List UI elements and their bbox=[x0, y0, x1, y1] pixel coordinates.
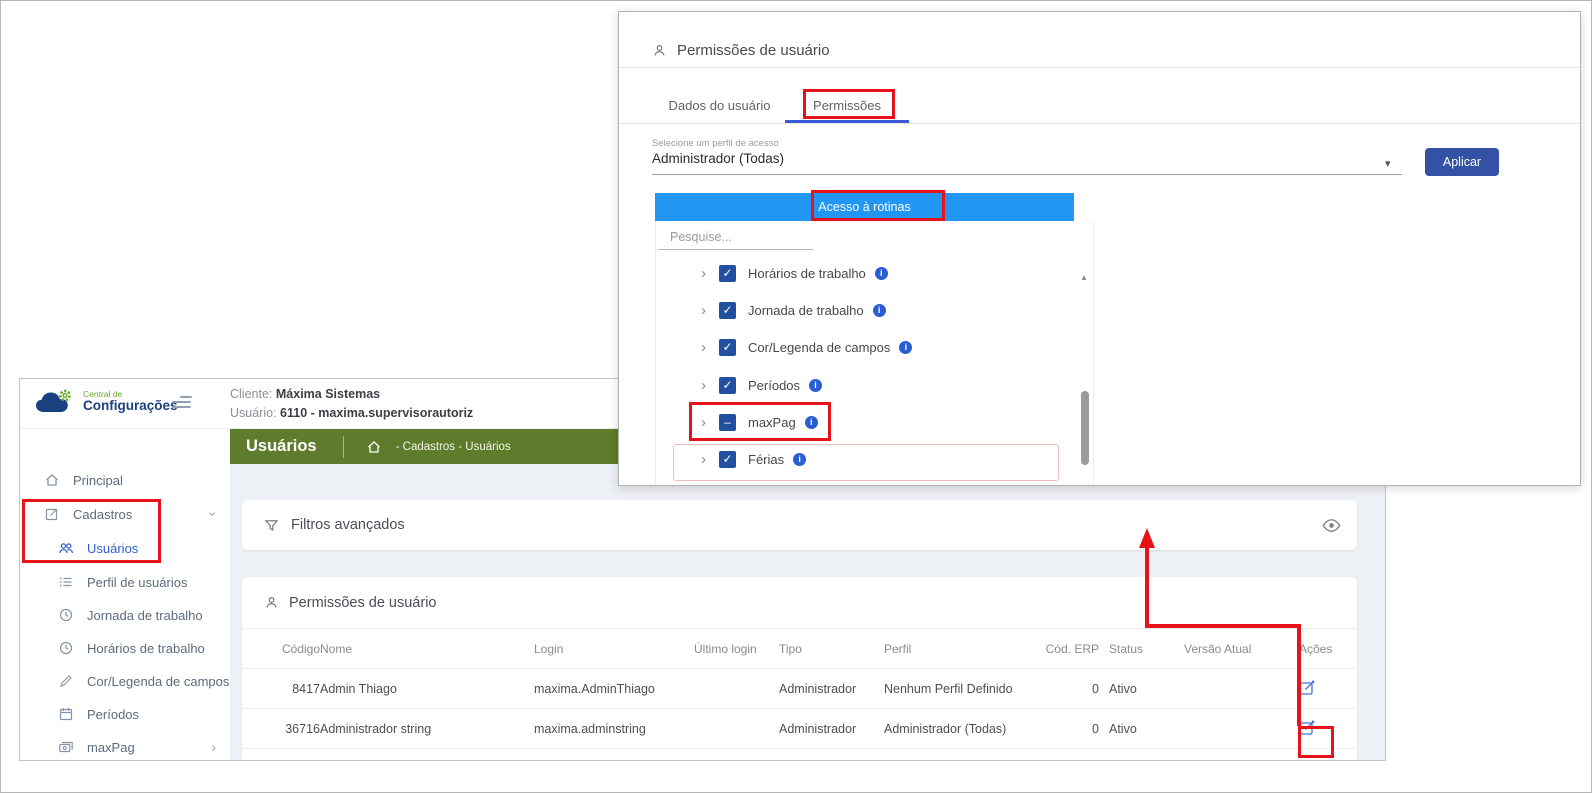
dialog-title-row: Permissões de usuário bbox=[652, 42, 830, 59]
home-icon[interactable] bbox=[366, 439, 382, 455]
sidebar-item-horarios-de-trabalho[interactable]: Horários de trabalho bbox=[20, 633, 230, 663]
dropdown-arrow-icon[interactable]: ▾ bbox=[1385, 157, 1391, 170]
screenshot-frame: Central de Configurações Cliente: Máxima… bbox=[0, 0, 1592, 793]
divider bbox=[652, 174, 1402, 175]
profile-select-label: Selecione um perfil de acesso bbox=[652, 138, 779, 149]
expand-chevron-icon[interactable]: › bbox=[701, 415, 706, 430]
client-label: Cliente: bbox=[230, 387, 272, 401]
tree-item-ferias[interactable]: › ✓ Férias i bbox=[656, 446, 1056, 472]
session-info: Cliente: Máxima Sistemas Usuário: 6110 -… bbox=[230, 385, 473, 423]
edit-square-icon bbox=[44, 506, 60, 522]
checkbox-checked-icon[interactable]: ✓ bbox=[719, 377, 736, 394]
divider bbox=[619, 67, 1580, 68]
tree-item-jornada-de-trabalho[interactable]: › ✓ Jornada de trabalho i bbox=[656, 297, 1056, 323]
info-icon[interactable]: i bbox=[875, 267, 888, 280]
table-header-row: Código Nome Login Último login Tipo Perf… bbox=[242, 629, 1357, 669]
page-title: Usuários bbox=[246, 437, 317, 456]
table-title: Permissões de usuário bbox=[289, 595, 437, 611]
eye-icon[interactable] bbox=[1321, 518, 1342, 533]
sidebar-item-perfil-de-usuarios[interactable]: Perfil de usuários bbox=[20, 567, 230, 597]
app-logo: Central de Configurações bbox=[34, 388, 178, 415]
expand-chevron-icon[interactable]: › bbox=[701, 266, 706, 281]
clock-icon bbox=[58, 640, 74, 656]
expand-chevron-icon[interactable]: › bbox=[701, 452, 706, 467]
edit-user-icon[interactable] bbox=[1299, 679, 1316, 696]
info-icon[interactable]: i bbox=[899, 341, 912, 354]
permissions-dialog: Permissões de usuário Dados do usuário P… bbox=[618, 11, 1581, 486]
sidebar-item-principal[interactable]: Principal bbox=[20, 465, 230, 495]
tree-item-horarios-de-trabalho[interactable]: › ✓ Horários de trabalho i bbox=[656, 260, 1056, 286]
filter-icon bbox=[264, 518, 279, 533]
calendar-icon bbox=[58, 706, 74, 722]
breadcrumb: - Cadastros - Usuários bbox=[396, 441, 511, 453]
active-tab-underline bbox=[785, 120, 909, 123]
checkbox-checked-icon[interactable]: ✓ bbox=[719, 339, 736, 356]
tree-item-periodos[interactable]: › ✓ Períodos i bbox=[656, 372, 1056, 398]
expand-chevron-icon[interactable]: › bbox=[701, 340, 706, 355]
chevron-down-icon: › bbox=[211, 507, 216, 521]
users-table-card: Permissões de usuário Código Nome Login … bbox=[242, 577, 1357, 761]
person-icon bbox=[652, 43, 667, 58]
edit-user-icon[interactable] bbox=[1299, 719, 1316, 736]
checkbox-indeterminate-icon[interactable]: – bbox=[719, 414, 736, 431]
info-icon[interactable]: i bbox=[793, 453, 806, 466]
clock-icon bbox=[58, 607, 74, 623]
sidebar-item-jornada-de-trabalho[interactable]: Jornada de trabalho bbox=[20, 600, 230, 630]
scrollbar-thumb[interactable] bbox=[1081, 391, 1089, 465]
table-row: 36716 Administrador string maxima.admins… bbox=[242, 709, 1357, 749]
routine-search-input[interactable] bbox=[658, 227, 813, 250]
info-icon[interactable]: i bbox=[873, 304, 886, 317]
tab-permissoes[interactable]: Permissões bbox=[787, 98, 907, 113]
table-row: 8417 Admin Thiago maxima.AdminThiago Adm… bbox=[242, 669, 1357, 709]
tree-item-maxpag[interactable]: › – maxPag i bbox=[656, 409, 1056, 435]
client-value: Máxima Sistemas bbox=[276, 387, 380, 401]
divider bbox=[343, 436, 344, 458]
routines-header: Acesso à rotinas bbox=[655, 193, 1074, 221]
routines-tree-panel: › ✓ Horários de trabalho i › ✓ Jornada d… bbox=[655, 221, 1094, 486]
tab-dados-do-usuario[interactable]: Dados do usuário bbox=[652, 98, 787, 113]
money-icon bbox=[58, 739, 74, 755]
main-content: Filtros avançados Permissões de usuário … bbox=[230, 464, 1386, 761]
filters-title: Filtros avançados bbox=[291, 517, 405, 533]
sidebar-item-usuarios[interactable]: Usuários bbox=[20, 533, 230, 563]
sidebar-item-cadastros[interactable]: Cadastros › bbox=[20, 499, 230, 529]
info-icon[interactable]: i bbox=[809, 379, 822, 392]
apply-button[interactable]: Aplicar bbox=[1425, 148, 1499, 176]
users-icon bbox=[58, 540, 74, 556]
divider bbox=[619, 123, 1580, 124]
table-title-row: Permissões de usuário bbox=[242, 577, 1357, 629]
chevron-right-icon: › bbox=[211, 740, 216, 754]
checkbox-checked-icon[interactable]: ✓ bbox=[719, 451, 736, 468]
sidebar-item-cor-legenda[interactable]: Cor/Legenda de campos bbox=[20, 666, 230, 696]
home-icon bbox=[44, 472, 60, 488]
checkbox-checked-icon[interactable]: ✓ bbox=[719, 265, 736, 282]
user-label: Usuário: bbox=[230, 406, 277, 420]
person-icon bbox=[264, 595, 279, 610]
profile-select[interactable]: Administrador (Todas) bbox=[652, 151, 784, 166]
checkbox-checked-icon[interactable]: ✓ bbox=[719, 302, 736, 319]
tree-item-cor-legenda[interactable]: › ✓ Cor/Legenda de campos i bbox=[656, 334, 1056, 360]
advanced-filters-card[interactable]: Filtros avançados bbox=[242, 500, 1357, 550]
expand-chevron-icon[interactable]: › bbox=[701, 303, 706, 318]
user-value: 6110 - maxima.supervisorautoriz bbox=[280, 406, 473, 420]
sidebar-item-periodos[interactable]: Períodos bbox=[20, 699, 230, 729]
sidebar: Principal Cadastros › Usuários Perfil de… bbox=[20, 429, 230, 761]
cloud-logo-icon bbox=[34, 388, 78, 415]
menu-toggle-icon[interactable] bbox=[172, 396, 192, 411]
dialog-title: Permissões de usuário bbox=[677, 42, 830, 59]
info-icon[interactable]: i bbox=[805, 416, 818, 429]
list-icon bbox=[58, 574, 74, 590]
expand-chevron-icon[interactable]: › bbox=[701, 378, 706, 393]
logo-line2: Configurações bbox=[83, 399, 178, 413]
scroll-up-icon[interactable]: ▲ bbox=[1080, 273, 1088, 282]
sidebar-item-maxpag[interactable]: maxPag › bbox=[20, 732, 230, 761]
pencil-icon bbox=[58, 673, 74, 689]
